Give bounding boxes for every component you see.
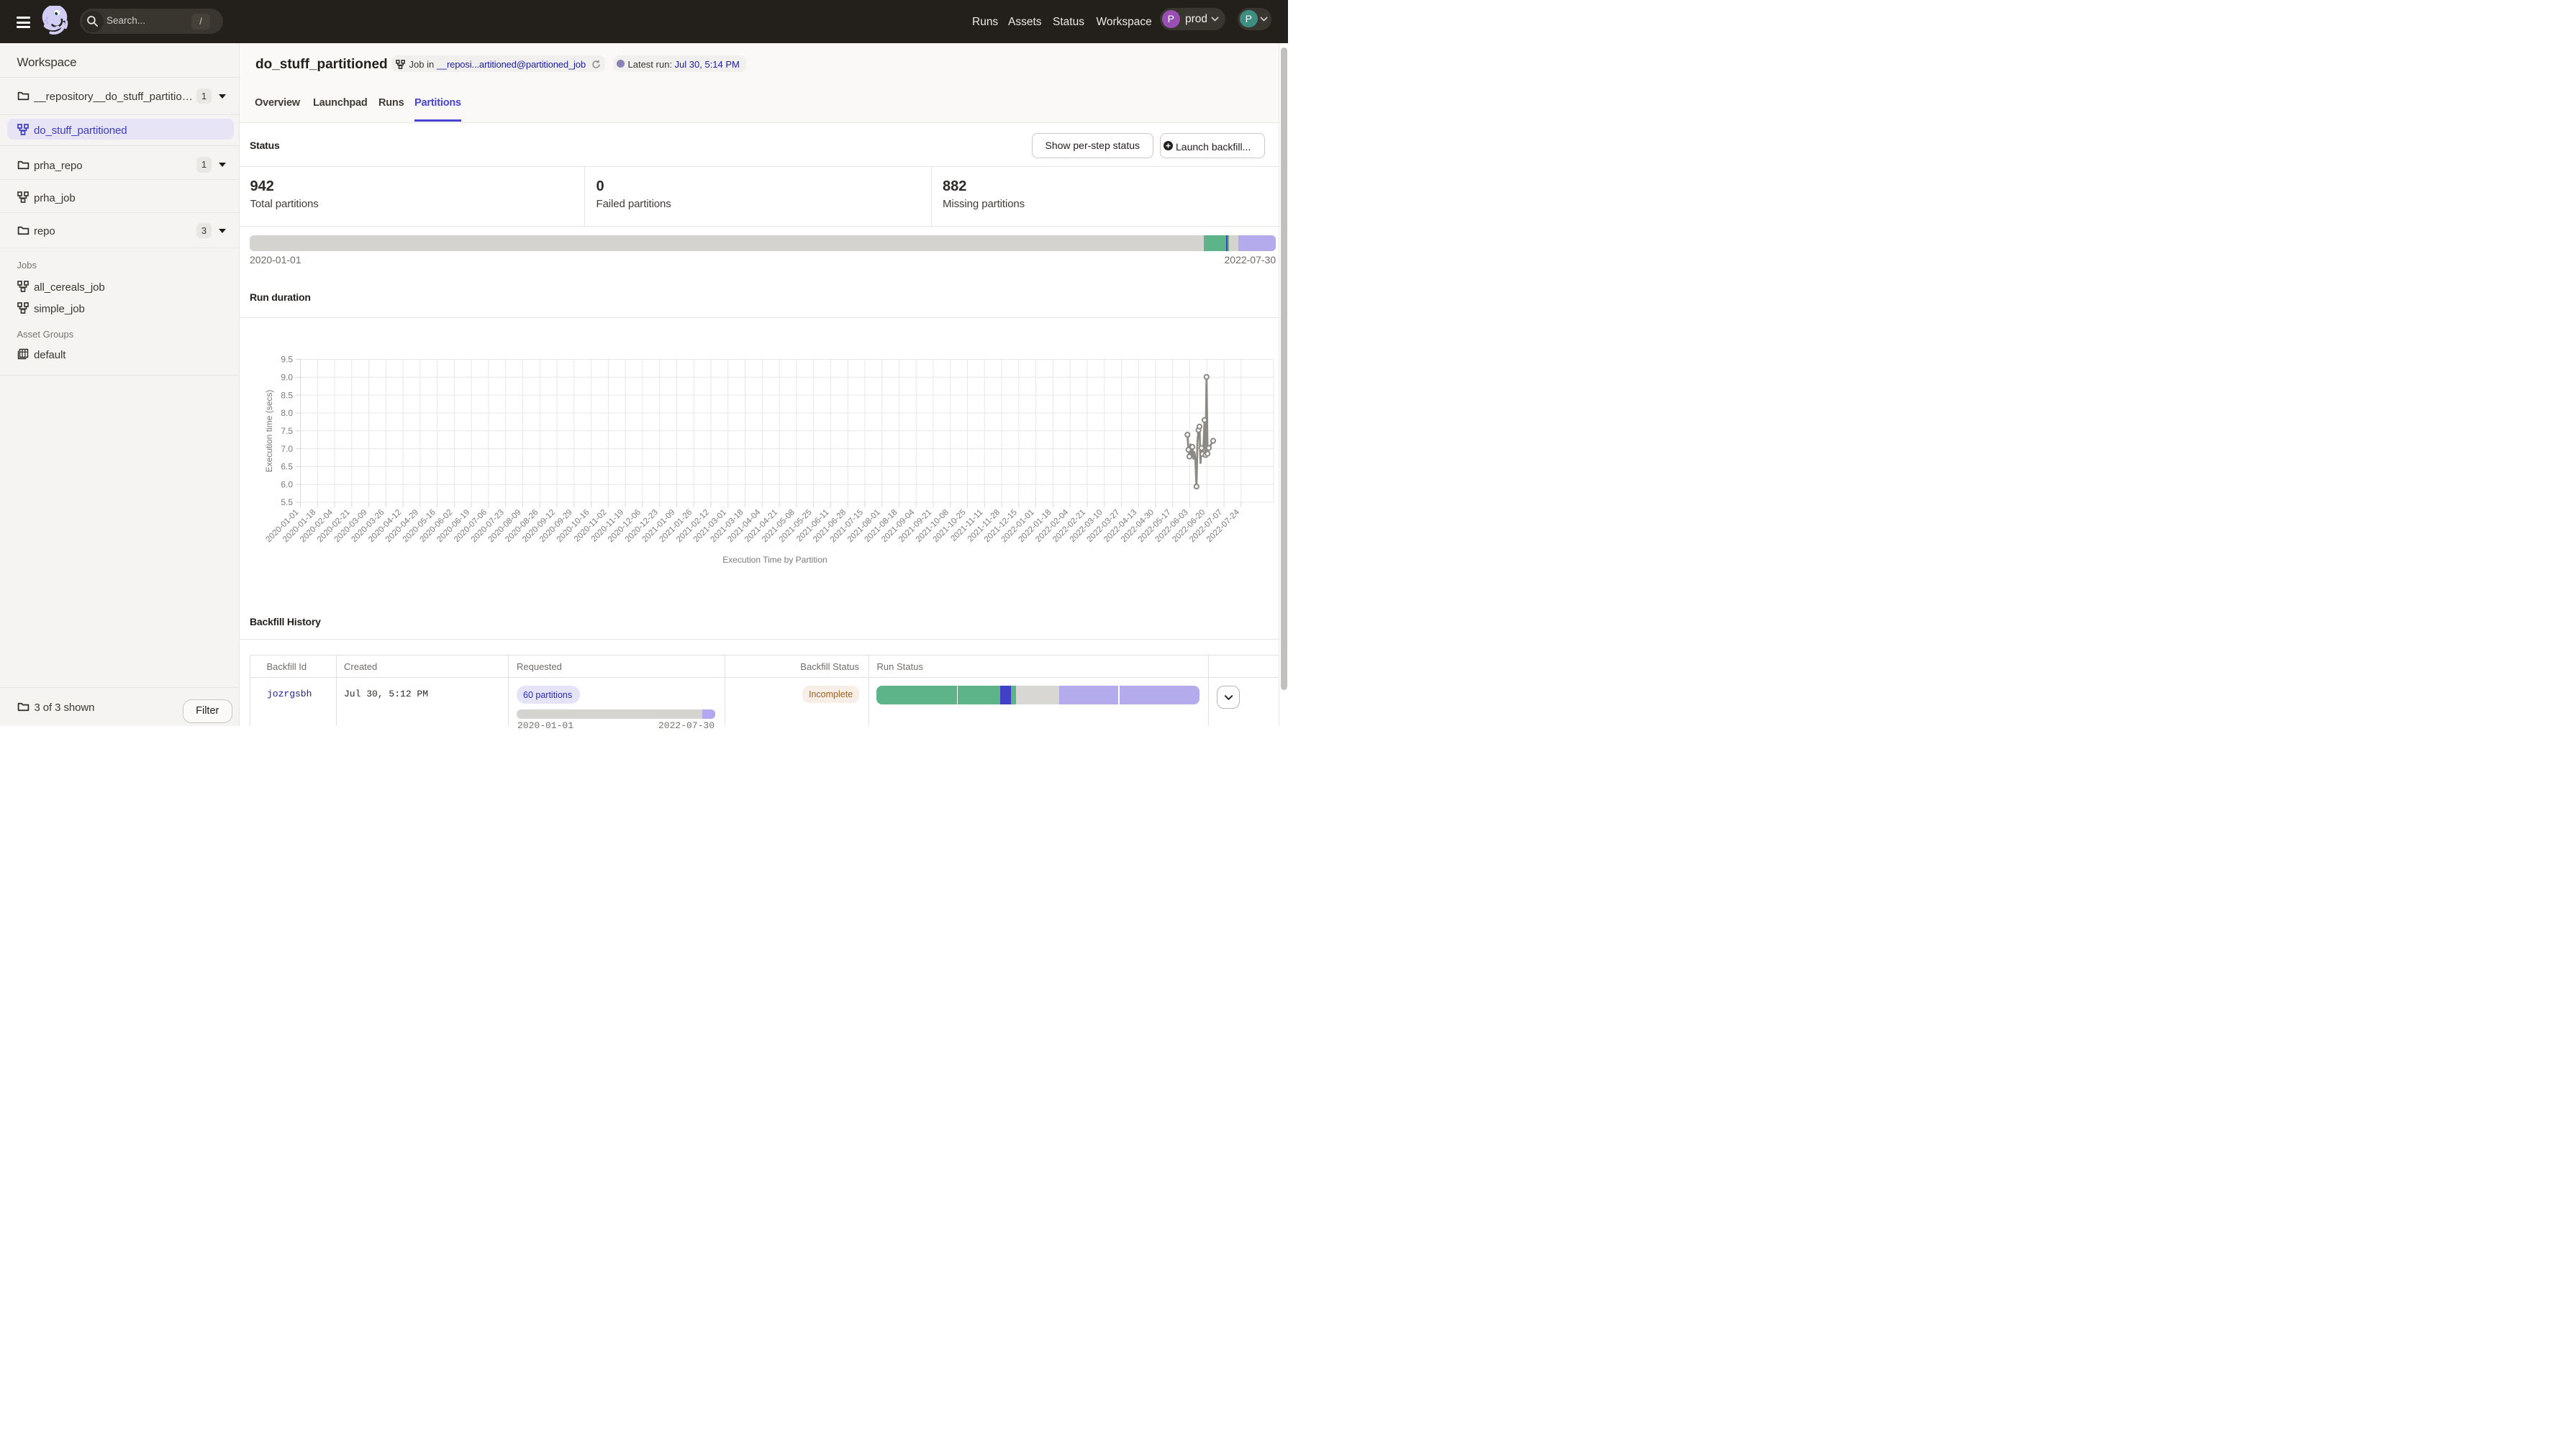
svg-text:8.0: 8.0: [281, 408, 293, 418]
svg-text:9.5: 9.5: [281, 355, 293, 365]
svg-text:6.5: 6.5: [281, 462, 293, 472]
svg-text:Execution time (secs): Execution time (secs): [264, 390, 274, 473]
svg-text:8.5: 8.5: [281, 390, 293, 400]
svg-text:9.0: 9.0: [281, 373, 293, 383]
svg-text:5.5: 5.5: [281, 497, 293, 507]
svg-text:Execution Time by Partition: Execution Time by Partition: [722, 555, 827, 565]
svg-text:7.0: 7.0: [281, 444, 293, 454]
svg-text:7.5: 7.5: [281, 426, 293, 436]
svg-text:6.0: 6.0: [281, 479, 293, 489]
